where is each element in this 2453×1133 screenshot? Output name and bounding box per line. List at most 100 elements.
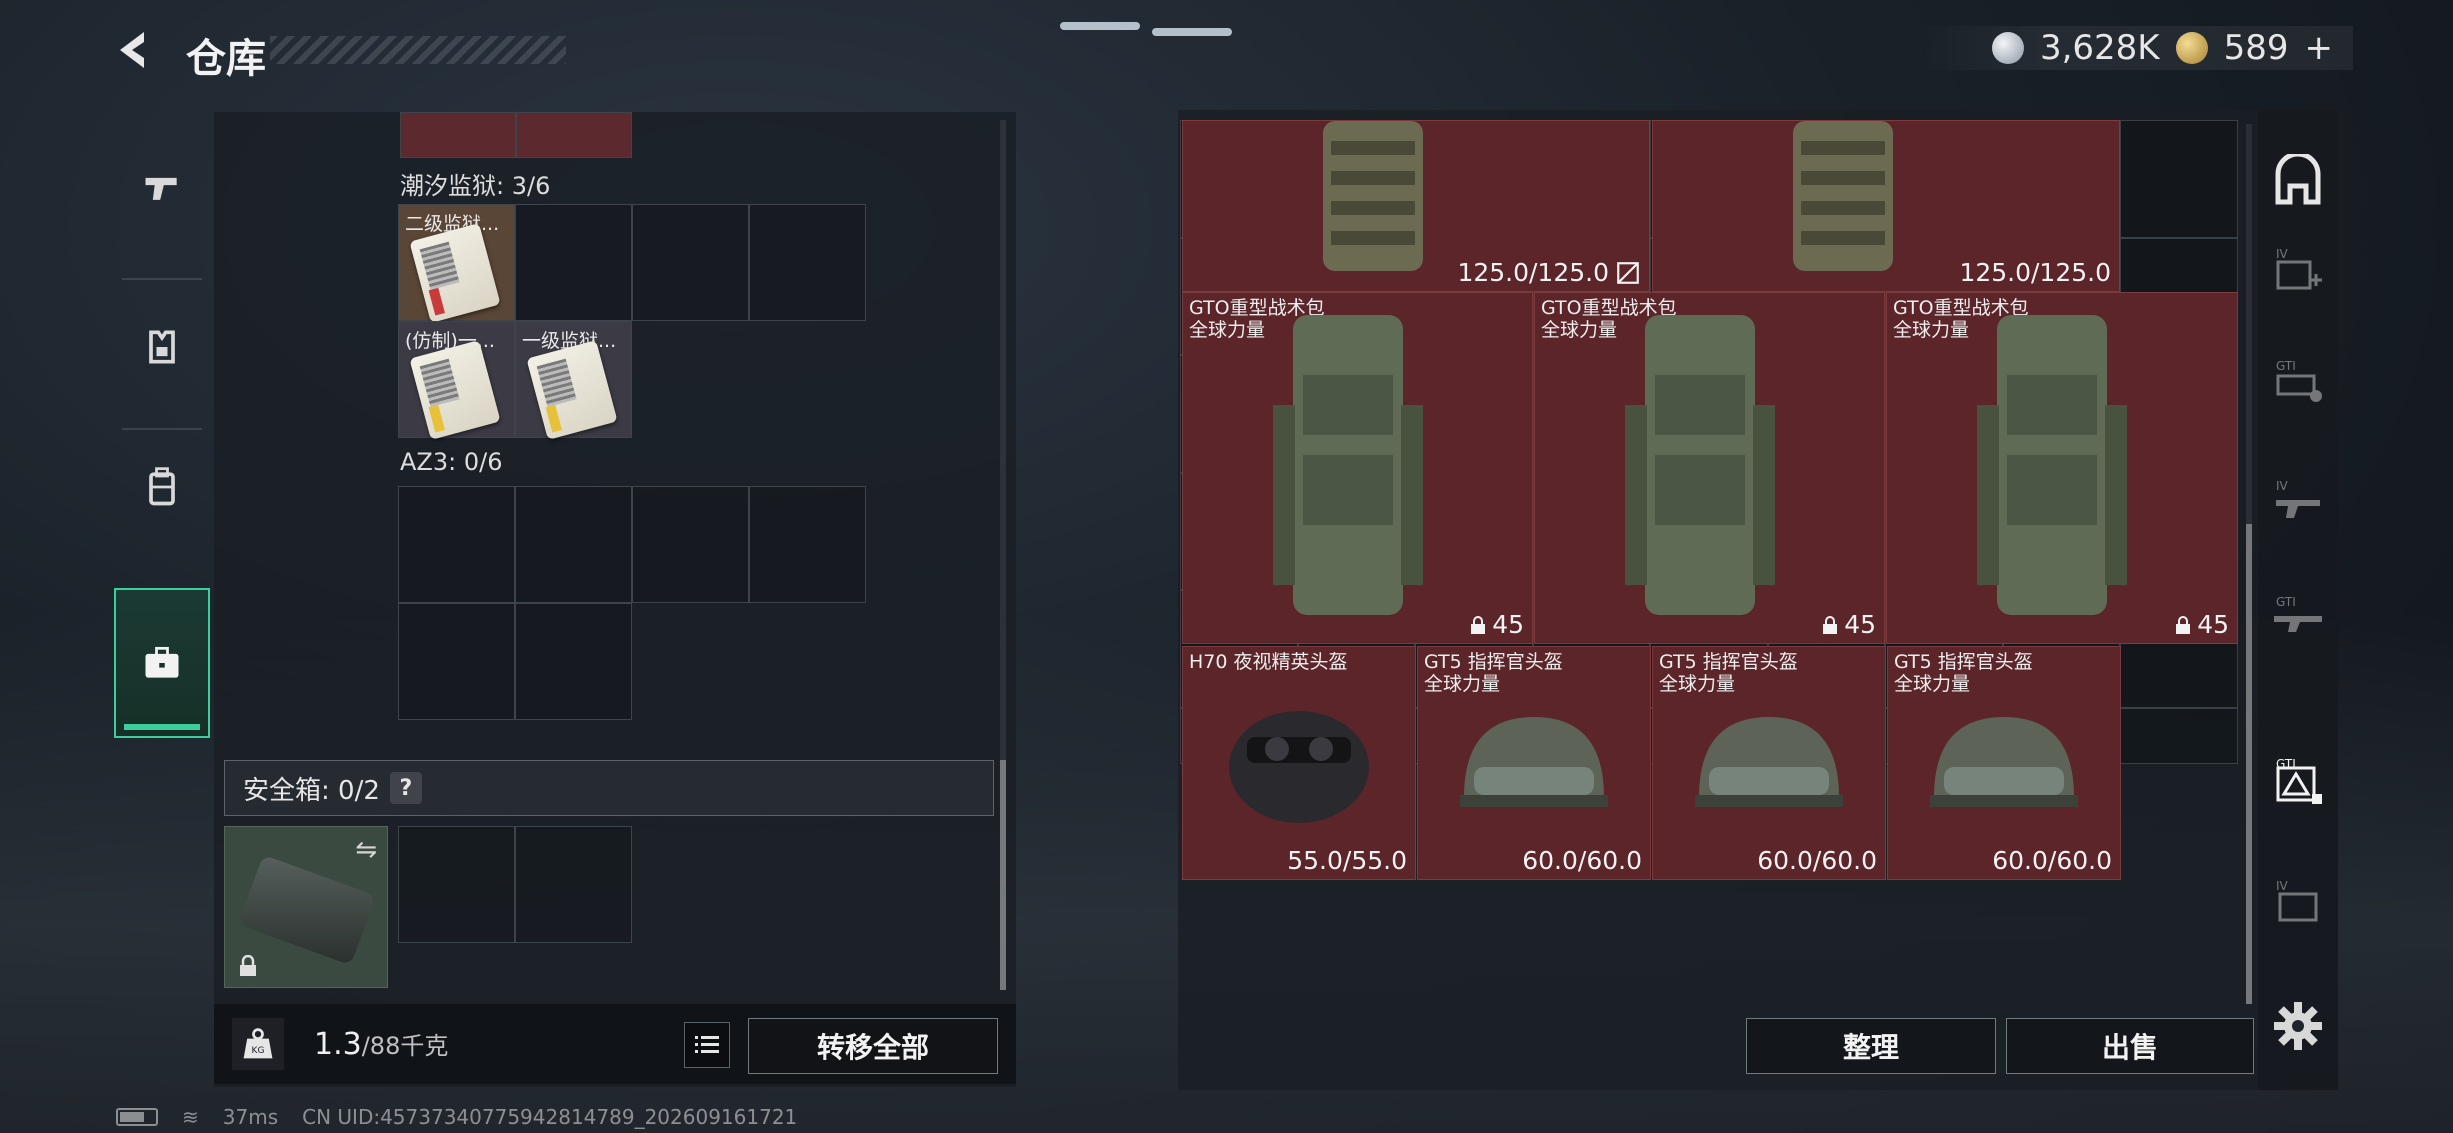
safe-box-grid [398, 826, 632, 943]
empty-slot[interactable] [632, 204, 749, 321]
az3-grid [398, 486, 866, 720]
carry-weight: 1.3/88千克 [314, 1027, 449, 1062]
armor-icon [149, 330, 175, 364]
left-scrollbar[interactable] [1000, 120, 1006, 990]
keycard-icon [409, 340, 501, 440]
empty-slot[interactable] [398, 486, 515, 603]
svg-text:KG: KG [252, 1046, 265, 1056]
svg-text:IV: IV [2276, 247, 2289, 261]
gold-balance: 589 [2223, 28, 2289, 68]
list-view-button[interactable] [684, 1022, 730, 1068]
add-currency-button[interactable]: + [2305, 28, 2334, 68]
stash-cell[interactable] [2120, 120, 2238, 238]
section-tide-prison: 潮汐监狱: 3/6 [400, 172, 551, 200]
gear-icon[interactable] [2270, 998, 2326, 1054]
backpack-item[interactable]: GTO重型战术包 全球力量 45 [1886, 292, 2238, 644]
help-icon[interactable]: ? [389, 772, 422, 804]
tab-weapons[interactable] [114, 112, 210, 262]
empty-slot[interactable] [749, 204, 866, 321]
key-item[interactable]: (仿制)一... [398, 321, 515, 440]
key-slot[interactable] [516, 112, 632, 158]
section-az3: AZ3: 0/6 [400, 448, 503, 476]
empty-slot[interactable] [515, 204, 632, 321]
key-slot[interactable] [400, 112, 516, 158]
empty-slot[interactable] [749, 486, 866, 603]
stash-filter-sidebar: IV GTI IV GTI GTI IV [2258, 110, 2338, 1090]
pistol-icon [145, 177, 177, 200]
item-durability: 60.0/60.0 [1992, 846, 2112, 875]
lock-icon [1471, 615, 1486, 634]
helmet-icon [1930, 717, 2078, 807]
title-stripe [270, 36, 566, 64]
safe-box-header: 安全箱: 0/2 ? [224, 760, 994, 816]
briefcase-icon [145, 646, 179, 678]
safe-case-item[interactable]: ⇋ [224, 826, 388, 988]
list-icon [695, 1036, 719, 1053]
system-status-bar: ≋ 37ms CN UID:4573734077594281​4789_2026… [116, 1104, 797, 1130]
safe-box-label: 安全箱: 0/2 [243, 775, 380, 806]
sidebar-home[interactable] [2266, 150, 2330, 214]
stash-cell[interactable] [2120, 707, 2238, 764]
backpack-item[interactable]: GTO重型战术包 全球力量 45 [1182, 292, 1533, 644]
lock-icon [2176, 615, 2191, 634]
stash-scrollbar[interactable] [2246, 124, 2252, 1004]
sidebar-filter[interactable]: GTI [2266, 584, 2330, 648]
helmet-item[interactable]: GT5 指挥官头盔 全球力量 60.0/60.0 [1887, 646, 2121, 880]
empty-slot[interactable] [398, 603, 515, 720]
svg-text:IV: IV [2276, 879, 2289, 893]
helmet-item[interactable]: H70 夜视精英头盔 55.0/55.0 [1182, 646, 1416, 880]
helmet-filter-icon: GTI [2276, 359, 2322, 402]
item-durability: 125.0/125.0 [1959, 258, 2111, 287]
tab-armor[interactable] [114, 272, 210, 422]
vest-item[interactable]: 125.0/125.0 [1652, 120, 2120, 292]
empty-slot[interactable] [398, 826, 515, 943]
left-footer: KG 1.3/88千克 转移全部 [214, 1004, 1016, 1084]
wifi-icon: ≋ [182, 1105, 199, 1129]
backpack-item[interactable]: GTO重型战术包 全球力量 45 [1534, 292, 1885, 644]
vest-icon [1313, 121, 1433, 281]
helmet-item[interactable]: GT5 指挥官头盔 全球力量 60.0/60.0 [1417, 646, 1651, 880]
sidebar-filter[interactable]: IV [2266, 240, 2330, 304]
helmet-icon [1695, 717, 1843, 807]
backpack-icon [149, 467, 175, 506]
key-item[interactable]: 一级监狱... [515, 321, 632, 440]
vest-item[interactable]: 125.0/125.0 [1182, 120, 1650, 292]
empty-slot[interactable] [632, 486, 749, 603]
tide-prison-grid: 二级监狱... (仿制)一... 一级监狱... [398, 204, 866, 440]
sidebar-filter[interactable]: IV [2266, 870, 2330, 934]
sidebar-filter-active[interactable]: GTI [2266, 750, 2330, 814]
tidy-button[interactable]: 整理 [1746, 1018, 1996, 1074]
item-durability: 60.0/60.0 [1757, 846, 1877, 875]
item-durability: 60.0/60.0 [1522, 846, 1642, 875]
tab-backpacks[interactable] [114, 412, 210, 562]
sidebar-filter[interactable]: IV [2266, 470, 2330, 534]
page-title: 仓库 [186, 36, 266, 82]
item-count: 45 [1822, 610, 1876, 639]
keycard-icon [409, 223, 501, 323]
tab-keys[interactable] [114, 588, 210, 738]
empty-slot[interactable] [515, 603, 632, 720]
empty-slot[interactable] [515, 486, 632, 603]
back-arrow-icon[interactable] [112, 26, 160, 74]
unsorted-icon [1617, 261, 1639, 284]
svg-text:GTI: GTI [2276, 757, 2296, 771]
stash-home-icon [2275, 154, 2321, 205]
backpack-icon [1977, 315, 2127, 615]
silver-balance: 3,628K [2039, 28, 2160, 68]
empty-slot[interactable] [515, 826, 632, 943]
transfer-all-button[interactable]: 转移全部 [748, 1018, 998, 1074]
sell-button[interactable]: 出售 [2006, 1018, 2254, 1074]
backpack-icon [1625, 315, 1775, 615]
safe-case-icon [237, 854, 377, 966]
key-item[interactable]: 二级监狱... [398, 204, 515, 323]
helmet-item[interactable]: GT5 指挥官头盔 全球力量 60.0/60.0 [1652, 646, 1886, 880]
sidebar-filter[interactable]: GTI [2266, 350, 2330, 414]
rifle-filter-icon: GTI [2274, 595, 2322, 632]
lock-icon [1823, 615, 1838, 634]
ceiling-lights [1060, 18, 1240, 58]
ping-text: 37ms [222, 1105, 279, 1129]
uid-text: CN UID:4573734077594281​4789_20260916172… [302, 1105, 798, 1129]
helmet-icon [1229, 711, 1369, 823]
swap-icon[interactable]: ⇋ [355, 835, 377, 865]
warning-box-icon: GTI [2276, 757, 2322, 804]
